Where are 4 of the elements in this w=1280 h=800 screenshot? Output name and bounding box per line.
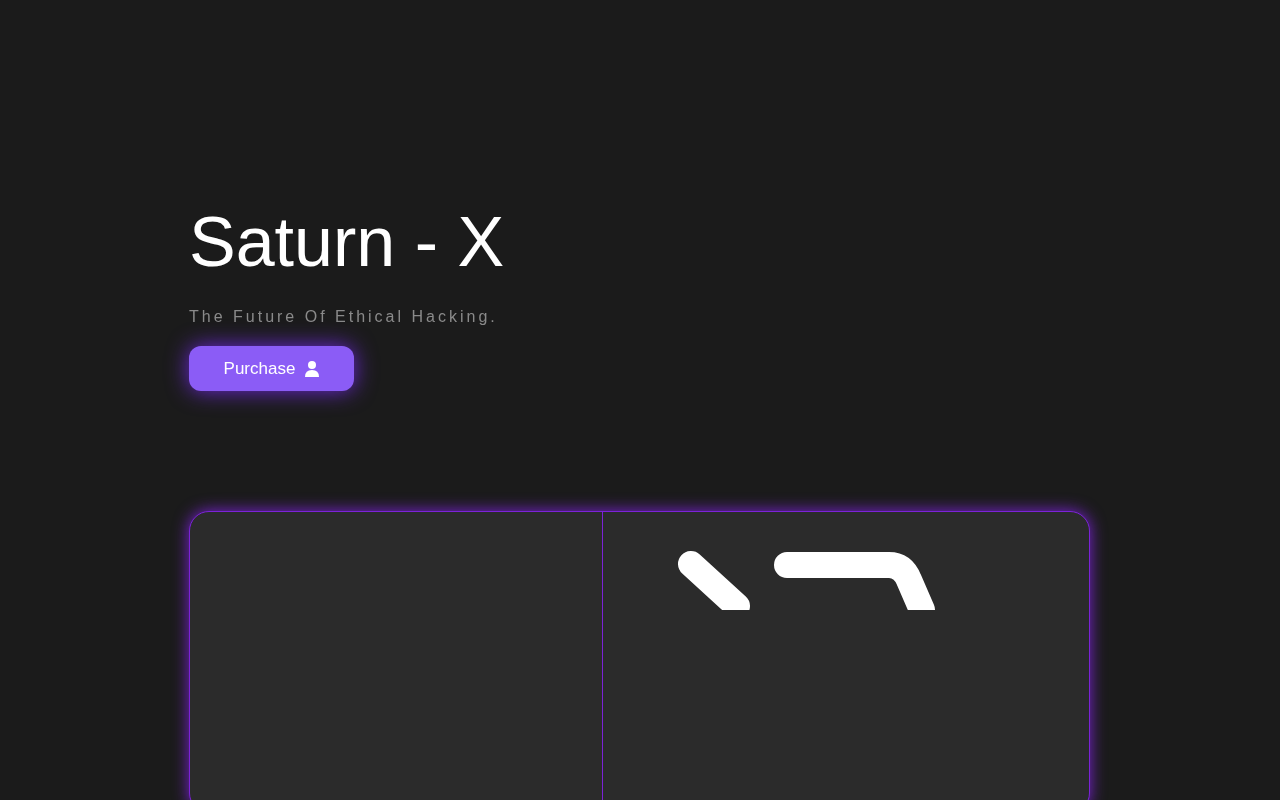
purchase-button[interactable]: Purchase bbox=[189, 346, 354, 391]
tagline: The Future Of Ethical Hacking. bbox=[189, 308, 498, 326]
user-icon bbox=[305, 360, 320, 377]
hero-title: Saturn - X bbox=[189, 202, 505, 283]
